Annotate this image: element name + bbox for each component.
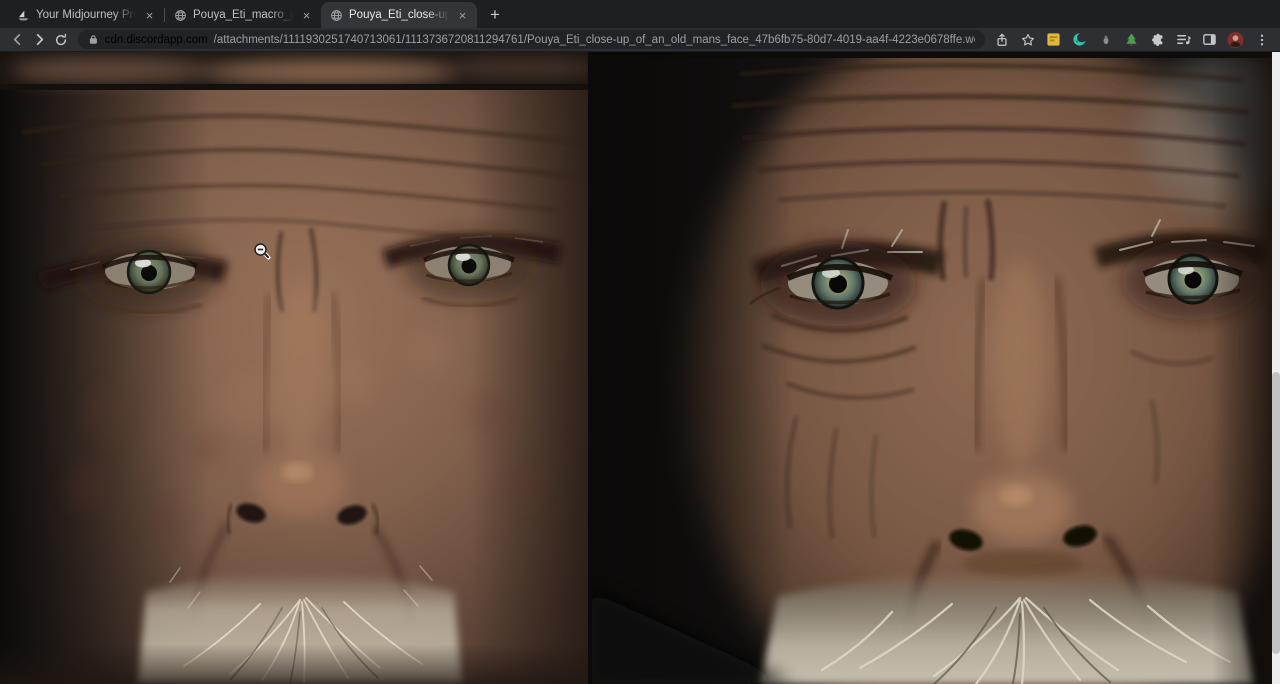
close-icon[interactable]: × bbox=[142, 8, 157, 23]
close-icon[interactable]: × bbox=[455, 8, 470, 23]
extension-yellow-icon[interactable] bbox=[1045, 31, 1062, 48]
bookmark-star-icon[interactable] bbox=[1019, 31, 1036, 48]
reading-list-icon[interactable] bbox=[1175, 31, 1192, 48]
lock-icon bbox=[88, 34, 99, 45]
portrait-right[interactable] bbox=[592, 52, 1280, 684]
tab-title: Pouya_Eti_close-up_of_an_ol bbox=[349, 9, 449, 21]
forward-button[interactable] bbox=[28, 30, 50, 50]
tab-macro-photo[interactable]: Pouya_Eti_macro_photo_of_a × bbox=[165, 2, 321, 28]
url-path: /attachments/1111930251740713061/1113736… bbox=[214, 34, 975, 46]
address-bar[interactable]: cdn.discordapp.com/attachments/111193025… bbox=[78, 30, 985, 49]
profile-avatar[interactable] bbox=[1227, 31, 1244, 48]
url-host: cdn.discordapp.com bbox=[105, 34, 208, 46]
vertical-scrollbar[interactable] bbox=[1272, 52, 1280, 684]
midjourney-logo-icon bbox=[17, 9, 30, 22]
extension-gray-icon[interactable] bbox=[1097, 31, 1114, 48]
tab-close-up-active[interactable]: Pouya_Eti_close-up_of_an_ol × bbox=[321, 2, 477, 28]
tab-strip: Your Midjourney Profile × Pouya_Eti_macr… bbox=[0, 0, 1280, 28]
new-tab-button[interactable]: + bbox=[483, 3, 507, 27]
reload-button[interactable] bbox=[50, 30, 72, 50]
side-panel-icon[interactable] bbox=[1201, 31, 1218, 48]
tab-title: Your Midjourney Profile bbox=[36, 9, 136, 21]
globe-icon bbox=[174, 9, 187, 22]
close-icon[interactable]: × bbox=[299, 8, 314, 23]
kebab-menu-icon[interactable] bbox=[1253, 31, 1270, 48]
tab-title: Pouya_Eti_macro_photo_of_a bbox=[193, 9, 293, 21]
extension-night-crescent-icon[interactable] bbox=[1071, 31, 1088, 48]
image-viewer bbox=[0, 52, 1280, 684]
back-button[interactable] bbox=[6, 30, 28, 50]
extensions-puzzle-icon[interactable] bbox=[1149, 31, 1166, 48]
extension-green-tree-icon[interactable] bbox=[1123, 31, 1140, 48]
share-icon[interactable] bbox=[993, 31, 1010, 48]
browser-toolbar: cdn.discordapp.com/attachments/111193025… bbox=[0, 28, 1280, 52]
globe-icon bbox=[330, 9, 343, 22]
scrollbar-thumb[interactable] bbox=[1272, 372, 1280, 654]
toolbar-right-icons bbox=[993, 31, 1274, 48]
portrait-left[interactable] bbox=[0, 52, 588, 684]
tab-midjourney-profile[interactable]: Your Midjourney Profile × bbox=[8, 2, 164, 28]
